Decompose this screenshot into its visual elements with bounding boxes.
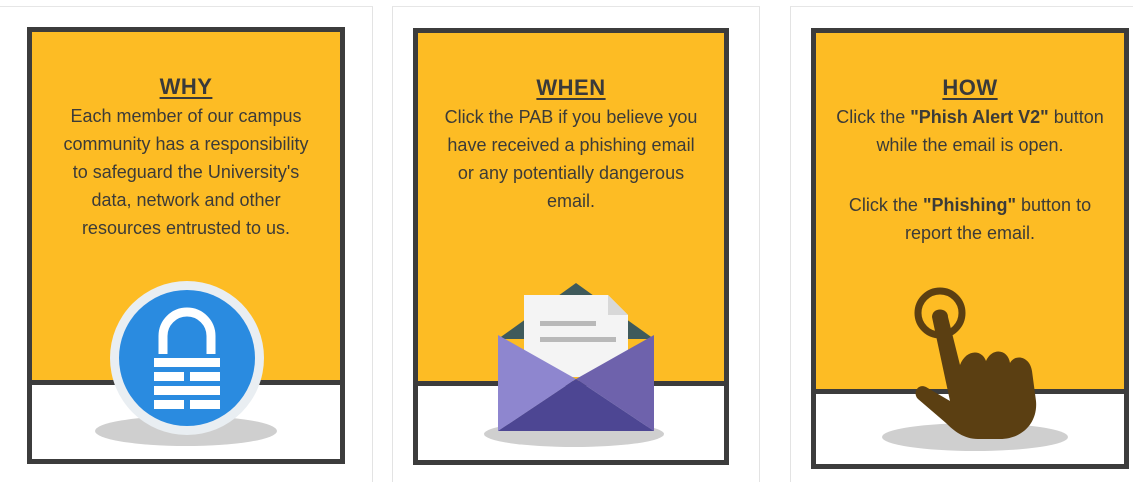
- how-card: HOW Click the "Phish Alert V2" button wh…: [811, 28, 1129, 469]
- when-title: WHEN: [536, 75, 606, 100]
- how-step-one: Click the "Phish Alert V2" button while …: [836, 107, 1104, 155]
- how-step-two: Click the "Phishing" button to report th…: [848, 195, 1092, 243]
- why-title: WHY: [159, 74, 213, 99]
- phish-alert-button-label: "Phish Alert V2": [910, 107, 1049, 127]
- when-card: WHEN Click the PAB if you believe you ha…: [413, 28, 729, 465]
- why-card: WHY Each member of our campus community …: [27, 27, 345, 464]
- how-text: Click the "Phish Alert V2" button while …: [830, 103, 1110, 247]
- envelope-icon: [498, 283, 654, 431]
- pointing-hand-icon: [914, 287, 1037, 439]
- why-text: Each member of our campus community has …: [63, 106, 309, 238]
- how-title: HOW: [942, 75, 998, 100]
- lock-icon: [110, 281, 264, 435]
- phishing-button-label: "Phishing": [922, 195, 1017, 215]
- when-text: Click the PAB if you believe you have re…: [444, 107, 698, 211]
